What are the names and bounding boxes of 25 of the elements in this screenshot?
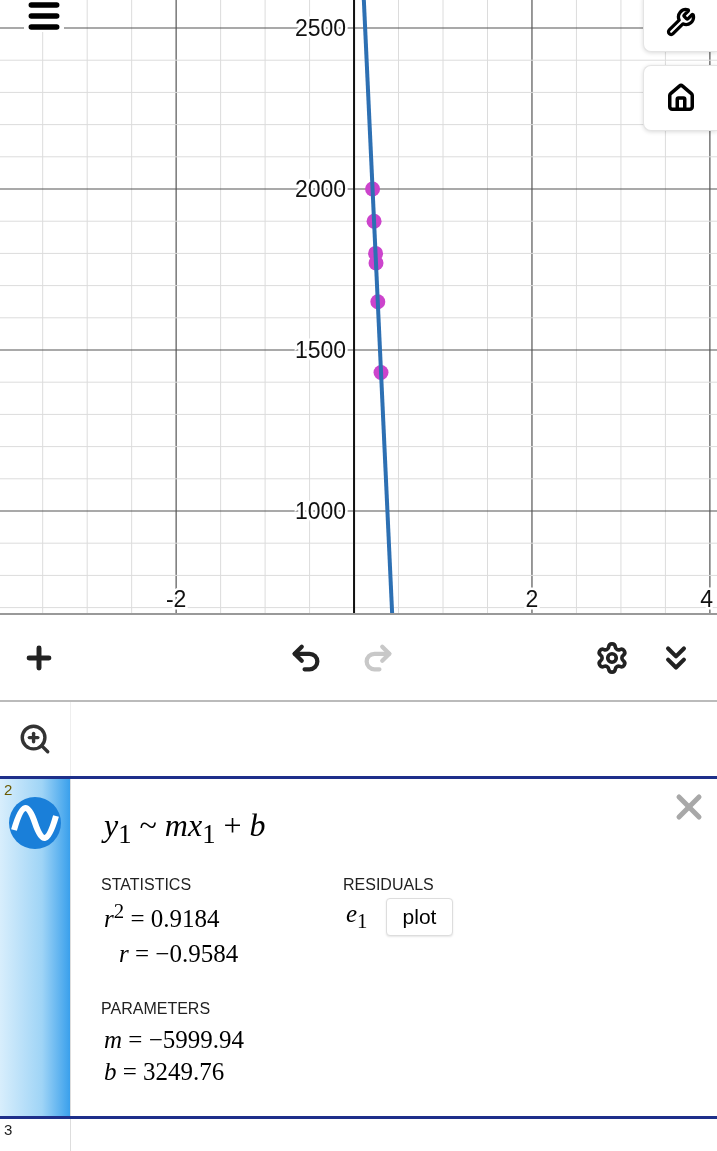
statistic-value: r$^{2}$ = 0.9184 — [104, 904, 220, 932]
tick-label: 2 — [525, 586, 539, 612]
zoom-in-icon[interactable] — [18, 722, 52, 756]
statistics-heading: STATISTICS — [101, 876, 193, 895]
tick-label: 4 — [700, 586, 713, 612]
settings-wrench-button[interactable] — [643, 0, 717, 52]
tick-label: -2 — [165, 586, 187, 612]
parameter-value: m = −5999.94 — [104, 1026, 244, 1054]
expression-index: 3 — [4, 1121, 13, 1138]
tick-label: 2000 — [294, 176, 347, 202]
expression-index: 2 — [4, 781, 13, 798]
parameter-value: b = 3249.76 — [104, 1058, 225, 1086]
residuals-heading: RESIDUALS — [343, 876, 435, 895]
tick-label: 1000 — [294, 498, 347, 524]
gear-icon — [595, 640, 629, 675]
home-button[interactable] — [643, 65, 717, 131]
tick-label: 2500 — [294, 15, 347, 41]
parameters-heading: PARAMETERS — [101, 1000, 212, 1019]
residual-variable: e$_{1}$ — [346, 900, 368, 928]
plot-button[interactable]: plot — [385, 898, 454, 937]
home-icon — [665, 83, 696, 113]
wrench-icon — [665, 7, 696, 37]
regression-icon — [8, 796, 62, 850]
statistic-value: r = −0.9584 — [119, 940, 239, 968]
tick-label: 1500 — [294, 337, 347, 363]
